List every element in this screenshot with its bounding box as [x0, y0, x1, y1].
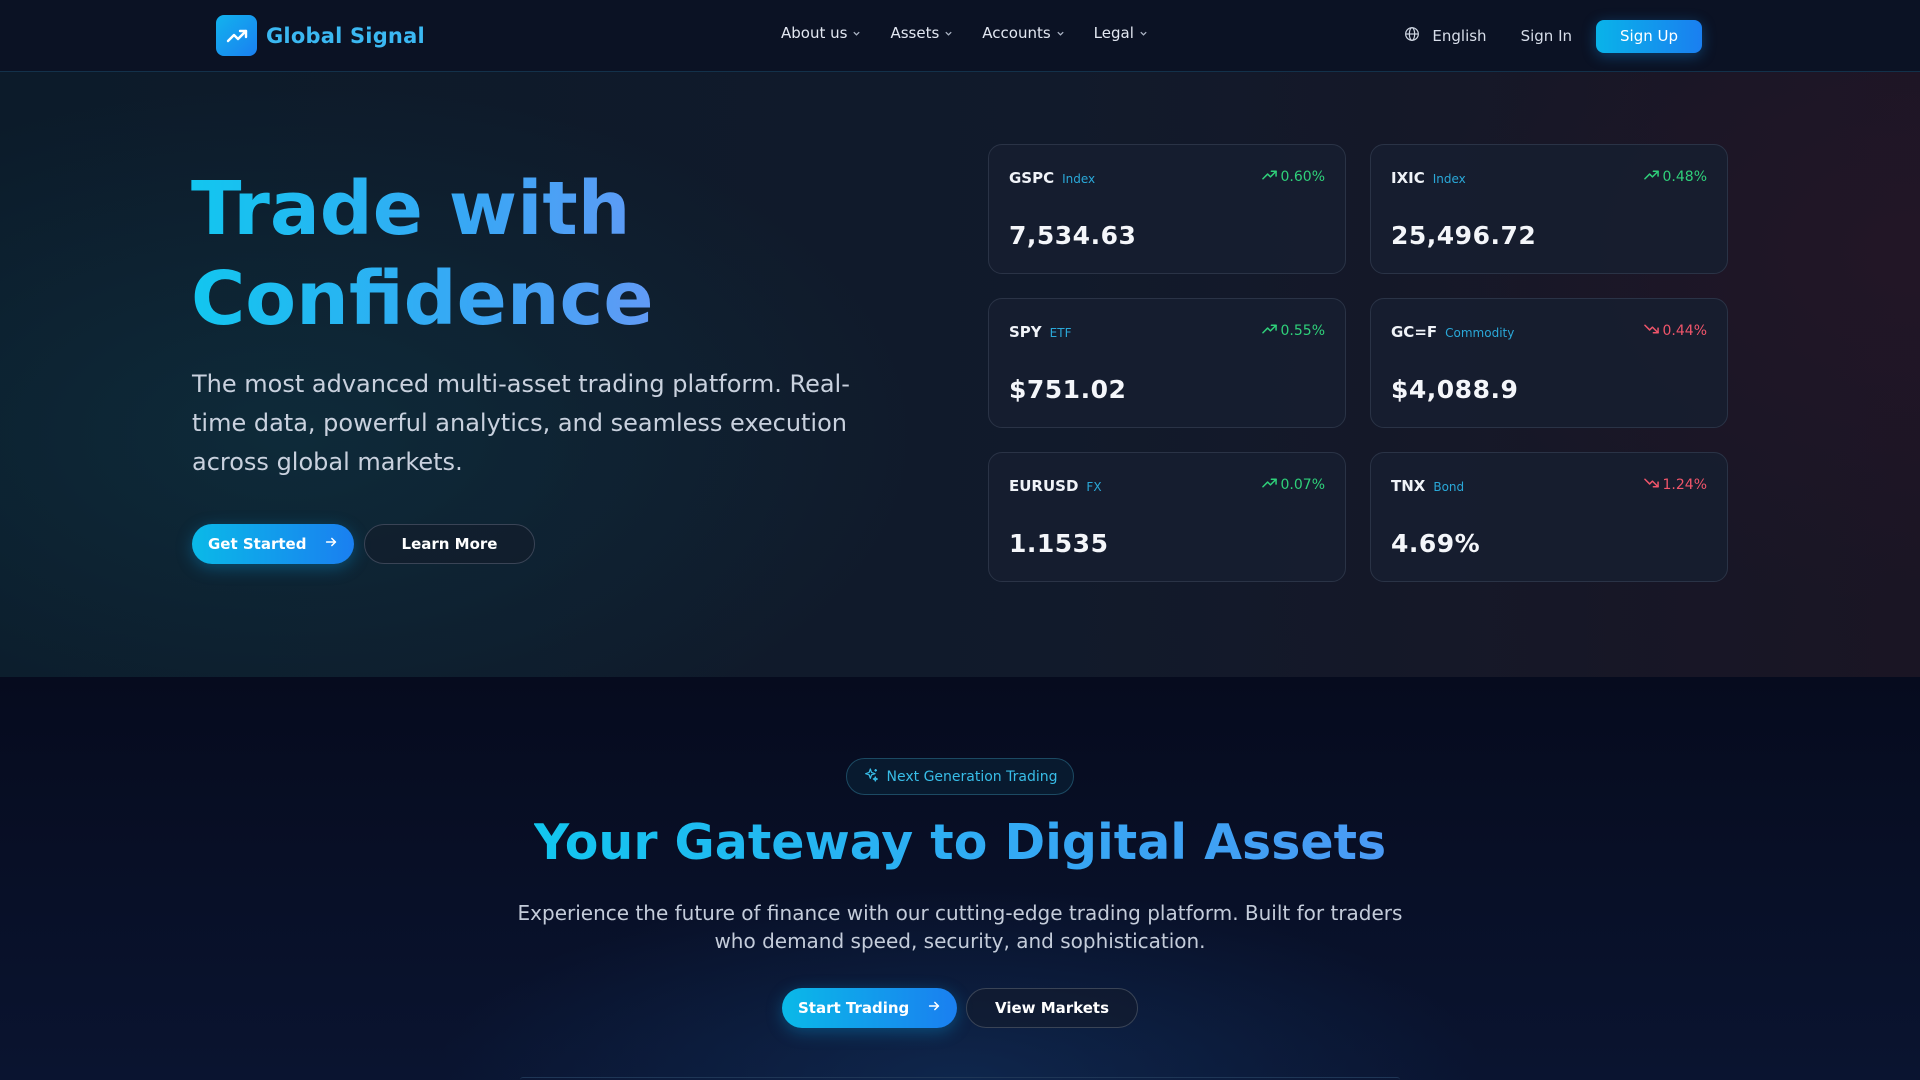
ticker-category: Bond — [1433, 480, 1465, 494]
trending-down-icon — [1643, 323, 1659, 339]
nav-item-assets[interactable]: Assets — [890, 24, 953, 42]
gateway-subtitle: Experience the future of finance with ou… — [517, 901, 1403, 953]
ticker-price: 4.69% — [1391, 529, 1481, 558]
ticker-symbol: IXIC — [1391, 169, 1425, 187]
ticker-card-spy[interactable]: SPY ETF 0.55% $751.02 — [988, 298, 1346, 428]
ticker-change-value: 0.48% — [1662, 169, 1707, 185]
ticker-change-value: 0.07% — [1280, 477, 1325, 493]
ticker-header: IXIC Index — [1391, 169, 1466, 187]
ticker-price: 7,534.63 — [1009, 221, 1137, 250]
next-gen-badge: Next Generation Trading — [846, 758, 1074, 795]
hero-subtitle: The most advanced multi-asset trading pl… — [192, 370, 850, 476]
ticker-grid: GSPC Index 0.60% 7,534.63 IXIC Index 0.4… — [988, 144, 1728, 582]
ticker-category: Index — [1062, 172, 1096, 186]
ticker-price: $751.02 — [1009, 375, 1127, 404]
get-started-label: Get Started — [208, 535, 307, 553]
ticker-change: 0.55% — [1261, 323, 1325, 339]
ticker-header: GSPC Index — [1009, 169, 1095, 187]
brand-logo[interactable]: Global Signal — [216, 15, 425, 56]
ticker-price: 1.1535 — [1009, 529, 1109, 558]
arrow-right-icon — [324, 535, 338, 553]
hero-title-line-1: Trade with — [191, 166, 631, 252]
top-navbar: Global Signal About us Assets Accounts L… — [0, 0, 1920, 72]
ticker-change: 0.48% — [1643, 169, 1707, 185]
learn-more-button[interactable]: Learn More — [364, 524, 535, 564]
gateway-title-text: Your Gateway to Digital Assets — [533, 814, 1387, 871]
ticker-symbol: EURUSD — [1009, 477, 1079, 495]
ticker-change: 1.24% — [1643, 477, 1707, 493]
start-trading-button[interactable]: Start Trading — [782, 988, 958, 1028]
nav-item-accounts[interactable]: Accounts — [982, 24, 1064, 42]
ticker-symbol: TNX — [1391, 477, 1426, 495]
sparkles-icon — [863, 767, 879, 787]
ticker-card-gspc[interactable]: GSPC Index 0.60% 7,534.63 — [988, 144, 1346, 274]
ticker-card-eurusd[interactable]: EURUSD FX 0.07% 1.1535 — [988, 452, 1346, 582]
language-selector[interactable]: English — [1404, 26, 1487, 46]
chevron-down-icon — [1056, 29, 1065, 38]
ticker-change: 0.07% — [1261, 477, 1325, 493]
ticker-change: 0.60% — [1261, 169, 1325, 185]
trending-up-icon — [1261, 169, 1277, 185]
badge-label: Next Generation Trading — [886, 768, 1058, 785]
arrow-right-icon — [927, 999, 941, 1017]
nav-item-legal[interactable]: Legal — [1094, 24, 1148, 42]
ticker-card-tnx[interactable]: TNX Bond 1.24% 4.69% — [1370, 452, 1728, 582]
ticker-header: SPY ETF — [1009, 323, 1072, 341]
hero-section: Trade with Confidence The most advanced … — [0, 72, 1920, 677]
view-markets-button[interactable]: View Markets — [966, 988, 1138, 1028]
trending-up-icon — [1643, 169, 1659, 185]
trending-up-icon — [1261, 477, 1277, 493]
language-label: English — [1432, 27, 1487, 45]
ticker-change-value: 1.24% — [1662, 477, 1707, 493]
get-started-button[interactable]: Get Started — [192, 524, 355, 564]
ticker-price: $4,088.9 — [1391, 375, 1519, 404]
start-trading-label: Start Trading — [798, 999, 910, 1017]
ticker-category: FX — [1086, 480, 1102, 494]
nav-item-label: Legal — [1093, 24, 1134, 42]
ticker-header: EURUSD FX — [1009, 477, 1102, 495]
ticker-category: Commodity — [1445, 326, 1515, 340]
ticker-symbol: GC=F — [1391, 323, 1438, 341]
globe-icon — [1404, 26, 1420, 46]
ticker-category: Index — [1432, 172, 1466, 186]
ticker-change-value: 0.44% — [1662, 323, 1707, 339]
ticker-header: GC=F Commodity — [1391, 323, 1514, 341]
nav-item-label: Assets — [890, 24, 940, 42]
ticker-header: TNX Bond — [1391, 477, 1464, 495]
nav-item-label: About us — [781, 24, 848, 42]
chevron-down-icon — [852, 29, 861, 38]
main-menu: About us Assets Accounts Legal — [781, 24, 1148, 42]
ticker-price: 25,496.72 — [1391, 221, 1537, 250]
chevron-down-icon — [1139, 29, 1148, 38]
trending-up-icon — [1261, 323, 1277, 339]
ticker-card-gcf[interactable]: GC=F Commodity 0.44% $4,088.9 — [1370, 298, 1728, 428]
ticker-symbol: SPY — [1009, 323, 1042, 341]
brand-name: Global Signal — [266, 23, 425, 48]
ticker-card-ixic[interactable]: IXIC Index 0.48% 25,496.72 — [1370, 144, 1728, 274]
sign-up-button[interactable]: Sign Up — [1596, 19, 1702, 53]
trending-down-icon — [1643, 477, 1659, 493]
gateway-section: Next Generation Trading Your Gateway to … — [0, 677, 1920, 1080]
ticker-category: ETF — [1049, 326, 1072, 340]
hero-title: Trade with Confidence — [191, 164, 831, 344]
nav-item-label: Accounts — [982, 24, 1051, 42]
ticker-change: 0.44% — [1643, 323, 1707, 339]
hero-title-line-2: Confidence — [191, 256, 654, 342]
ticker-symbol: GSPC — [1009, 169, 1055, 187]
trending-up-icon — [216, 15, 257, 56]
ticker-change-value: 0.55% — [1280, 323, 1325, 339]
nav-item-about-us[interactable]: About us — [781, 24, 861, 42]
sign-in-link[interactable]: Sign In — [1521, 27, 1572, 45]
gateway-title: Your Gateway to Digital Assets — [0, 811, 1920, 875]
chevron-down-icon — [944, 29, 953, 38]
ticker-change-value: 0.60% — [1280, 169, 1325, 185]
nav-actions: English Sign In Sign Up — [1404, 19, 1702, 53]
